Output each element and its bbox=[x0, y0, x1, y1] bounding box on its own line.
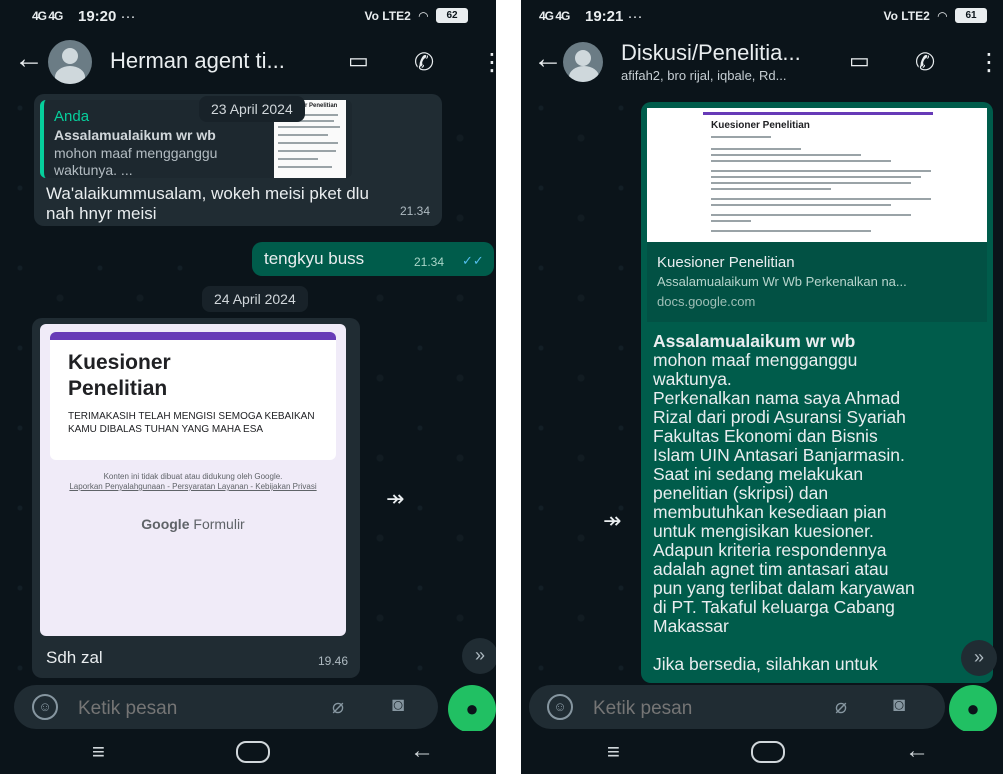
preview-doc-title: Kuesioner Penelitian bbox=[711, 120, 810, 131]
link-description: Assalamualaikum Wr Wb Perkenalkan na... bbox=[657, 274, 907, 289]
home-icon[interactable] bbox=[236, 741, 270, 763]
google-forms-logo: Google Formulir bbox=[141, 516, 245, 532]
form-title: Kuesioner Penelitian bbox=[68, 351, 171, 400]
wifi-icon: ◠ bbox=[418, 8, 428, 23]
compose-bar: ☺ ⌀ ◙ ● bbox=[521, 683, 1003, 733]
quoted-message[interactable]: Anda Assalamualaikum wr wb mohon maaf me… bbox=[40, 100, 352, 178]
chat-header: ← Herman agent ti... ▭ ✆ ⋮ bbox=[0, 34, 496, 88]
quote-title: Assalamualaikum wr wb bbox=[54, 127, 216, 143]
status-bar: 4G 4G 19:20 ··· Vo LTE2 ◠ 62 bbox=[0, 0, 496, 34]
back-arrow-icon[interactable]: ← bbox=[533, 44, 563, 74]
quote-author: Anda bbox=[54, 108, 90, 125]
chat-area[interactable]: Anda Assalamualaikum wr wb mohon maaf me… bbox=[0, 88, 496, 683]
message-input[interactable] bbox=[76, 697, 280, 721]
scroll-down-icon[interactable]: » bbox=[961, 640, 997, 676]
avatar[interactable] bbox=[48, 40, 92, 84]
forward-icon[interactable]: ↠ bbox=[386, 486, 404, 512]
link-title: Kuesioner Penelitian bbox=[657, 254, 795, 271]
attach-icon[interactable]: ⌀ bbox=[332, 694, 344, 719]
mic-icon[interactable]: ● bbox=[949, 685, 997, 733]
compose-bar: ☺ ⌀ ◙ ● bbox=[0, 683, 496, 733]
signal-icon: 4G 4G bbox=[539, 9, 570, 23]
back-arrow-icon[interactable]: ← bbox=[14, 44, 44, 74]
forward-icon[interactable]: ↠ bbox=[603, 508, 621, 534]
emoji-icon[interactable]: ☺ bbox=[547, 694, 573, 720]
date-chip: 24 April 2024 bbox=[202, 286, 308, 312]
chat-title[interactable]: Diskusi/Penelitia... bbox=[621, 40, 801, 66]
form-disclaimer: Konten ini tidak dibuat atau didukung ol… bbox=[103, 472, 283, 481]
message-outgoing-link[interactable]: Kuesioner Penelitian Kuesioner Penelitia… bbox=[641, 102, 993, 683]
chat-subtitle: afifah2, bro rijal, iqbale, Rd... bbox=[621, 68, 787, 83]
mic-icon[interactable]: ● bbox=[448, 685, 496, 733]
scroll-down-icon[interactable]: » bbox=[462, 638, 496, 674]
system-nav-bar: ≡ ← bbox=[0, 731, 496, 774]
chat-header: ← Diskusi/Penelitia... afifah2, bro rija… bbox=[521, 34, 1003, 88]
message-time: 21.34 bbox=[414, 255, 445, 269]
status-right: Vo LTE2 ◠ 62 bbox=[365, 8, 468, 23]
camera-icon[interactable]: ◙ bbox=[392, 694, 404, 717]
chat-title[interactable]: Herman agent ti... bbox=[110, 48, 285, 74]
message-text: tengkyu buss bbox=[264, 249, 365, 268]
message-text: Sdh zal bbox=[46, 648, 103, 667]
message-input[interactable] bbox=[591, 697, 795, 721]
status-right: Vo LTE2 ◠ 61 bbox=[884, 8, 987, 23]
status-bar: 4G 4G 19:21 ··· Vo LTE2 ◠ 61 bbox=[521, 0, 1003, 34]
home-icon[interactable] bbox=[751, 741, 785, 763]
left-phone-screen: 4G 4G 19:20 ··· Vo LTE2 ◠ 62 ← Herman ag… bbox=[0, 0, 496, 774]
attach-icon[interactable]: ⌀ bbox=[835, 694, 847, 719]
wifi-icon: ◠ bbox=[937, 8, 947, 23]
more-options-icon[interactable]: ⋮ bbox=[977, 48, 1001, 77]
read-ticks-icon: ✓✓ bbox=[462, 253, 484, 268]
video-call-icon[interactable]: ▭ bbox=[849, 48, 870, 74]
lte-icon: Vo LTE2 bbox=[883, 8, 930, 23]
status-time: 19:21 ··· bbox=[585, 8, 643, 25]
quote-text: mohon maaf mengganggu waktunya. ... bbox=[54, 145, 218, 178]
signal-icon: 4G 4G bbox=[32, 9, 63, 23]
battery-icon: 62 bbox=[436, 8, 468, 23]
lte-icon: Vo LTE2 bbox=[364, 8, 411, 23]
group-avatar[interactable] bbox=[563, 42, 603, 82]
link-preview-meta[interactable]: Kuesioner Penelitian Assalamualaikum Wr … bbox=[647, 242, 987, 322]
system-nav-bar: ≡ ← bbox=[521, 731, 1003, 774]
message-text: Assalamualaikum wr wb mohon maaf menggan… bbox=[653, 331, 915, 674]
battery-icon: 61 bbox=[955, 8, 987, 23]
nav-back-icon[interactable]: ← bbox=[905, 737, 929, 765]
right-phone-screen: 4G 4G 19:21 ··· Vo LTE2 ◠ 61 ← Diskusi/P… bbox=[521, 0, 1003, 774]
recent-apps-icon[interactable]: ≡ bbox=[607, 739, 620, 765]
message-input-box[interactable]: ☺ ⌀ ◙ bbox=[529, 685, 945, 729]
status-time: 19:20 ··· bbox=[78, 8, 136, 25]
nav-back-icon[interactable]: ← bbox=[410, 737, 434, 765]
message-incoming-form[interactable]: Kuesioner Penelitian TERIMAKASIH TELAH M… bbox=[32, 318, 360, 678]
emoji-icon[interactable]: ☺ bbox=[32, 694, 58, 720]
recent-apps-icon[interactable]: ≡ bbox=[92, 739, 105, 765]
chat-area[interactable]: Kuesioner Penelitian Kuesioner Penelitia… bbox=[521, 88, 1003, 683]
form-description: TERIMAKASIH TELAH MENGISI SEMOGA KEBAIKA… bbox=[68, 411, 315, 435]
message-input-box[interactable]: ☺ ⌀ ◙ bbox=[14, 685, 438, 729]
message-time: 19.46 bbox=[317, 654, 348, 668]
voice-call-icon[interactable]: ✆ bbox=[414, 48, 434, 77]
link-url[interactable]: docs.google.com bbox=[657, 294, 755, 309]
more-options-icon[interactable]: ⋮ bbox=[480, 48, 496, 77]
message-time: 21.34 bbox=[399, 204, 430, 218]
message-text: Wa'alaikummusalam, wokeh meisi pket dlu … bbox=[46, 184, 369, 223]
camera-icon[interactable]: ◙ bbox=[893, 694, 905, 717]
video-call-icon[interactable]: ▭ bbox=[348, 48, 369, 74]
link-preview-image[interactable]: Kuesioner Penelitian bbox=[647, 108, 987, 242]
message-outgoing[interactable]: tengkyu buss 21.34 ✓✓ bbox=[252, 242, 494, 276]
voice-call-icon[interactable]: ✆ bbox=[915, 48, 935, 77]
date-chip: 23 April 2024 bbox=[199, 96, 305, 122]
form-links[interactable]: Laporkan Penyalahgunaan - Persyaratan La… bbox=[60, 482, 326, 492]
form-preview-card[interactable]: Kuesioner Penelitian TERIMAKASIH TELAH M… bbox=[40, 324, 346, 636]
